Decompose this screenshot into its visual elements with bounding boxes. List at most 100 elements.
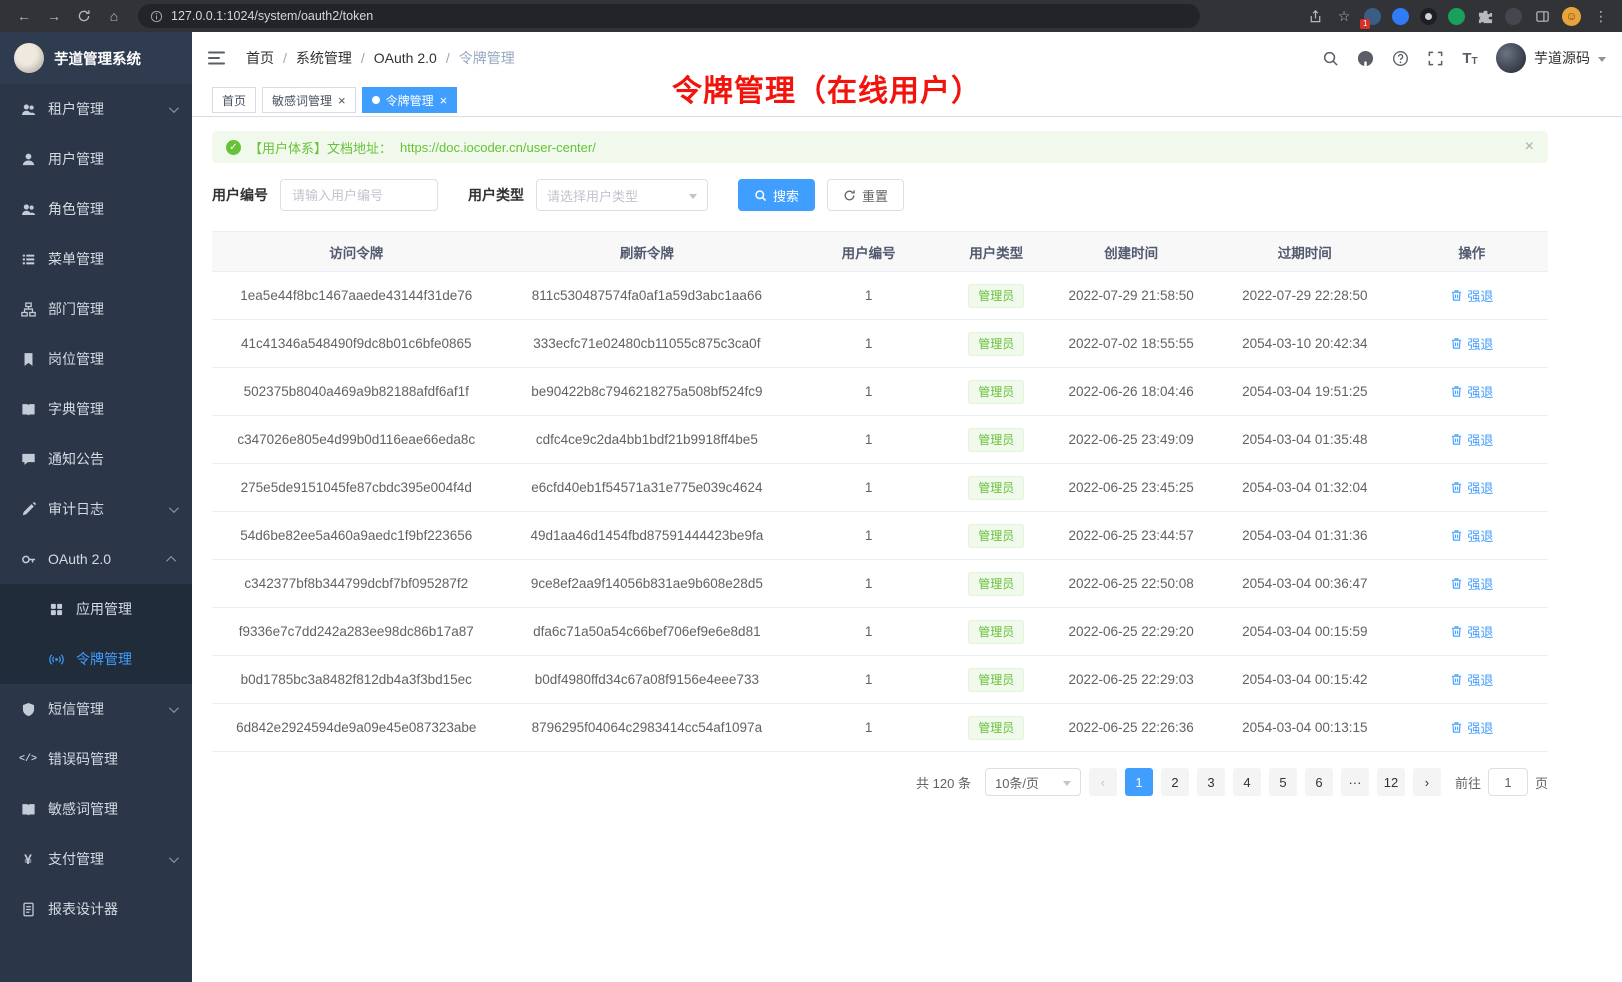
- pagination-page-6[interactable]: 6: [1305, 768, 1333, 796]
- sidebar-item-sms[interactable]: 短信管理: [0, 684, 192, 734]
- sidebar-item-notice[interactable]: 通知公告: [0, 434, 192, 484]
- extension-icon[interactable]: [1448, 8, 1465, 25]
- pagination-prev-button[interactable]: ‹: [1089, 768, 1117, 796]
- extension-icon[interactable]: [1420, 8, 1437, 25]
- pagination-page-5[interactable]: 5: [1269, 768, 1297, 796]
- pagination-page-3[interactable]: 3: [1197, 768, 1225, 796]
- sidebar-item-oauth2-token[interactable]: 令牌管理: [0, 634, 192, 684]
- force-logout-button[interactable]: 强退: [1450, 670, 1493, 689]
- sidebar-item-oauth2[interactable]: OAuth 2.0: [0, 534, 192, 584]
- force-logout-button[interactable]: 强退: [1450, 430, 1493, 449]
- side-panel-icon[interactable]: [1533, 7, 1551, 25]
- pagination-page-2[interactable]: 2: [1161, 768, 1189, 796]
- github-icon[interactable]: [1356, 49, 1374, 67]
- bookmark-star-icon[interactable]: ☆: [1335, 7, 1353, 25]
- pagination-page-4[interactable]: 4: [1233, 768, 1261, 796]
- force-logout-button[interactable]: 强退: [1450, 382, 1493, 401]
- pagination-page-1[interactable]: 1: [1125, 768, 1153, 796]
- tab-close-icon[interactable]: ×: [440, 94, 448, 107]
- page-size-select[interactable]: 10条/页: [985, 768, 1081, 796]
- doc-link[interactable]: https://doc.iocoder.cn/user-center/: [400, 140, 596, 155]
- fullscreen-icon[interactable]: [1426, 49, 1444, 67]
- user-type-placeholder: 请选择用户类型: [547, 186, 638, 205]
- sidebar-item-role[interactable]: 角色管理: [0, 184, 192, 234]
- collapse-menu-icon[interactable]: [208, 50, 226, 66]
- sidebar-item-dept[interactable]: 部门管理: [0, 284, 192, 334]
- chevron-down-icon: [169, 703, 179, 713]
- tab-sensitive-word[interactable]: 敏感词管理×: [262, 87, 356, 113]
- sidebar-item-label: 令牌管理: [76, 649, 132, 669]
- sidebar-item-audit-log[interactable]: 审计日志: [0, 484, 192, 534]
- extension-icon[interactable]: [1392, 8, 1409, 25]
- extension-icon[interactable]: 1: [1364, 8, 1381, 25]
- table-row: 41c41346a548490f9dc8b01c6bfe0865333ecfc7…: [212, 320, 1548, 368]
- column-header: 创建时间: [1048, 232, 1214, 272]
- help-icon[interactable]: [1391, 49, 1409, 67]
- address-bar[interactable]: 127.0.0.1:1024/system/oauth2/token: [138, 4, 1200, 28]
- browser-menu-icon[interactable]: ⋮: [1592, 7, 1610, 25]
- goto-page-input[interactable]: [1488, 768, 1528, 796]
- browser-profile-avatar[interactable]: ☺: [1562, 7, 1581, 26]
- cell-refresh-token: b0df4980ffd34c67a08f9156e4eee733: [501, 656, 794, 704]
- tree-icon: [20, 301, 36, 317]
- user-menu[interactable]: 芋道源码: [1496, 43, 1606, 73]
- extension-icon[interactable]: [1505, 8, 1522, 25]
- alert-close-icon[interactable]: ×: [1525, 139, 1534, 155]
- tab-oauth2-token[interactable]: 令牌管理×: [362, 87, 458, 113]
- force-logout-button[interactable]: 强退: [1450, 622, 1493, 641]
- pagination-page-12[interactable]: 12: [1377, 768, 1405, 796]
- app-frame: 芋道管理系统 租户管理用户管理角色管理菜单管理部门管理岗位管理字典管理通知公告审…: [0, 32, 1622, 982]
- tab-close-icon[interactable]: ×: [338, 94, 346, 107]
- sidebar-item-user[interactable]: 用户管理: [0, 134, 192, 184]
- browser-home-icon[interactable]: ⌂: [102, 4, 126, 28]
- force-logout-button[interactable]: 强退: [1450, 286, 1493, 305]
- pagination-goto: 前往 页: [1455, 768, 1548, 796]
- user-type-select[interactable]: 请选择用户类型: [536, 179, 708, 211]
- pagination-more-button[interactable]: ···: [1341, 768, 1369, 796]
- delete-icon: [1450, 385, 1463, 398]
- share-icon[interactable]: [1306, 7, 1324, 25]
- cell-expire-time: 2054-03-04 01:35:48: [1214, 416, 1396, 464]
- browser-back-icon[interactable]: ←: [12, 4, 36, 28]
- doc-icon: [20, 901, 36, 917]
- force-logout-button[interactable]: 强退: [1450, 478, 1493, 497]
- sidebar-item-error-code[interactable]: </>错误码管理: [0, 734, 192, 784]
- sidebar-item-oauth2-app[interactable]: 应用管理: [0, 584, 192, 634]
- browser-forward-icon[interactable]: →: [42, 4, 66, 28]
- force-logout-button[interactable]: 强退: [1450, 334, 1493, 353]
- sidebar-item-report[interactable]: 报表设计器: [0, 884, 192, 934]
- cell-expire-time: 2054-03-04 00:36:47: [1214, 560, 1396, 608]
- breadcrumb-item[interactable]: OAuth 2.0: [374, 50, 437, 66]
- sidebar-item-label: 报表设计器: [48, 899, 118, 919]
- cell-create-time: 2022-06-25 22:26:36: [1048, 704, 1214, 752]
- browser-reload-icon[interactable]: [72, 4, 96, 28]
- sidebar-item-pay[interactable]: ¥支付管理: [0, 834, 192, 884]
- breadcrumb-item[interactable]: 首页: [246, 48, 274, 68]
- sidebar-item-sensitive-word[interactable]: 敏感词管理: [0, 784, 192, 834]
- site-info-icon[interactable]: [150, 10, 163, 23]
- reset-button[interactable]: 重置: [827, 179, 904, 211]
- sidebar-item-label: 错误码管理: [48, 749, 118, 769]
- force-logout-button[interactable]: 强退: [1450, 718, 1493, 737]
- app-logo[interactable]: 芋道管理系统: [0, 32, 192, 84]
- search-icon[interactable]: [1321, 49, 1339, 67]
- force-logout-button[interactable]: 强退: [1450, 574, 1493, 593]
- user-id-input[interactable]: [280, 179, 438, 211]
- tab-home[interactable]: 首页: [212, 87, 256, 113]
- font-size-icon[interactable]: TT: [1461, 49, 1479, 67]
- sidebar-item-menu[interactable]: 菜单管理: [0, 234, 192, 284]
- sidebar-item-tenant[interactable]: 租户管理: [0, 84, 192, 134]
- delete-icon: [1450, 289, 1463, 302]
- breadcrumb-item[interactable]: 系统管理: [296, 48, 352, 68]
- sidebar-item-post[interactable]: 岗位管理: [0, 334, 192, 384]
- alert-text: 【用户体系】文档地址：: [249, 138, 392, 157]
- pagination-next-button[interactable]: ›: [1413, 768, 1441, 796]
- bookmark-icon: [20, 351, 36, 367]
- cell-refresh-token: cdfc4ce9c2da4bb1bdf21b9918ff4be5: [501, 416, 794, 464]
- sidebar-item-dict[interactable]: 字典管理: [0, 384, 192, 434]
- search-button[interactable]: 搜索: [738, 179, 815, 211]
- user-id-label: 用户编号: [212, 185, 268, 205]
- force-logout-button[interactable]: 强退: [1450, 526, 1493, 545]
- pagination-total: 共 120 条: [916, 773, 971, 792]
- extensions-puzzle-icon[interactable]: [1476, 7, 1494, 25]
